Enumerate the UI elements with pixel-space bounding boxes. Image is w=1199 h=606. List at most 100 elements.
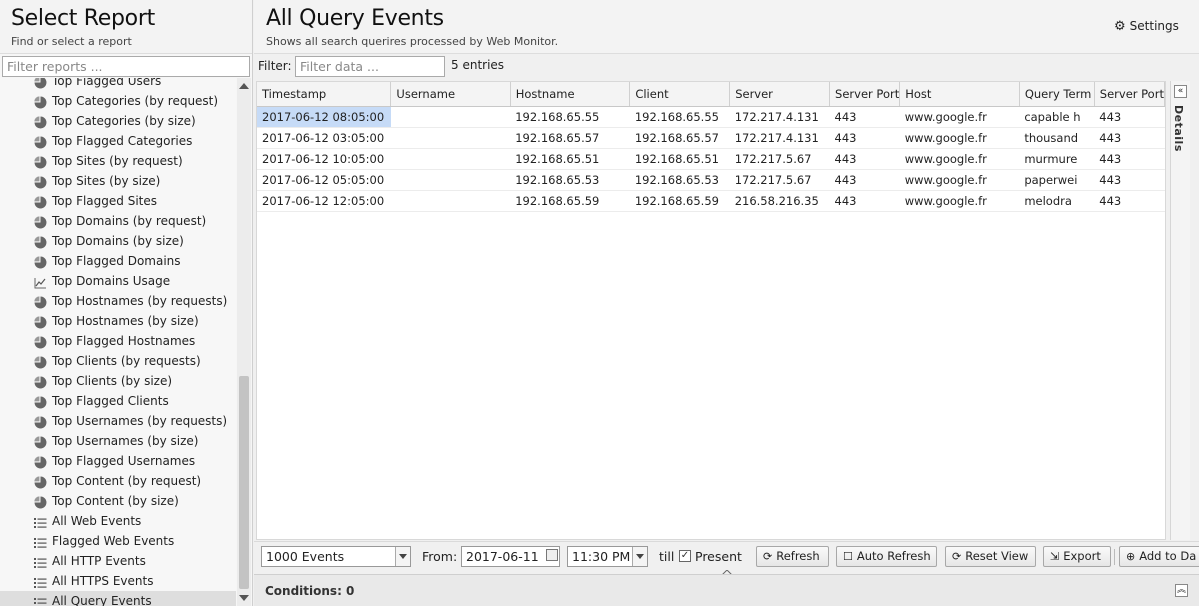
sidebar-item[interactable]: Top Flagged Users — [0, 78, 236, 91]
table-cell[interactable]: 2017-06-12 08:05:00 — [257, 106, 391, 128]
table-cell[interactable]: 2017-06-12 12:05:00 — [257, 190, 391, 212]
data-filter-input[interactable] — [295, 56, 445, 77]
sidebar-item[interactable]: Top Flagged Hostnames — [0, 331, 236, 351]
sidebar-item[interactable]: Top Categories (by size) — [0, 111, 236, 131]
expand-details-icon[interactable]: « — [1174, 85, 1187, 98]
table-cell[interactable]: 443 — [1094, 169, 1165, 191]
column-header[interactable]: Client — [629, 82, 731, 107]
table-cell[interactable]: 2017-06-12 05:05:00 — [257, 169, 391, 191]
table-cell[interactable]: 192.168.65.55 — [629, 106, 730, 128]
table-cell[interactable]: 172.217.4.131 — [729, 106, 830, 128]
table-row[interactable]: 2017-06-12 05:05:00 192.168.65.53 192.168.… — [257, 169, 1165, 191]
scrollbar-thumb[interactable] — [239, 376, 249, 589]
column-header[interactable]: Username — [390, 82, 511, 107]
reset-view-button[interactable]: ⟳ Reset View — [945, 546, 1036, 567]
table-cell[interactable]: paperwei — [1019, 169, 1095, 191]
table-cell[interactable]: 172.217.5.67 — [729, 148, 830, 170]
table-cell[interactable]: 192.168.65.51 — [510, 148, 630, 170]
table-cell[interactable]: thousand — [1019, 127, 1095, 149]
table-row[interactable]: 2017-06-12 10:05:00 192.168.65.51 192.168.… — [257, 148, 1165, 170]
details-label[interactable]: Details — [1172, 105, 1185, 152]
sidebar-item[interactable]: Top Flagged Categories — [0, 131, 236, 151]
table-row[interactable]: 2017-06-12 08:05:00 192.168.65.55 192.168.… — [257, 106, 1165, 128]
from-time-select[interactable]: 11:30 PM — [567, 546, 648, 567]
calendar-icon[interactable] — [546, 549, 558, 561]
sidebar-item[interactable]: Top Flagged Sites — [0, 191, 236, 211]
sidebar-item[interactable]: Top Flagged Clients — [0, 391, 236, 411]
table-cell[interactable]: capable h — [1019, 106, 1095, 128]
sidebar-item[interactable]: All Web Events — [0, 511, 236, 531]
sidebar-item[interactable]: Top Hostnames (by requests) — [0, 291, 236, 311]
table-cell[interactable]: www.google.fr — [899, 127, 1020, 149]
table-cell[interactable]: www.google.fr — [899, 190, 1020, 212]
table-cell[interactable]: 443 — [1094, 106, 1165, 128]
table-cell[interactable] — [390, 127, 511, 149]
sidebar-item[interactable]: Top Flagged Usernames — [0, 451, 236, 471]
sidebar-item[interactable]: All HTTPS Events — [0, 571, 236, 591]
table-cell[interactable]: 216.58.216.35 — [729, 190, 830, 212]
column-header[interactable]: Timestamp — [257, 82, 392, 107]
table-cell[interactable] — [390, 190, 511, 212]
table-cell[interactable]: 443 — [1094, 127, 1165, 149]
sidebar-item[interactable]: Top Domains (by size) — [0, 231, 236, 251]
from-date-field[interactable]: 2017-06-11 — [461, 546, 560, 567]
table-cell[interactable]: melodra — [1019, 190, 1095, 212]
settings-button[interactable]: ⚙ Settings — [1114, 19, 1179, 34]
table-cell[interactable]: 443 — [1094, 148, 1165, 170]
export-button[interactable]: ⇲ Export — [1043, 546, 1111, 567]
sidebar-item[interactable]: Top Content (by request) — [0, 471, 236, 491]
sidebar-item[interactable]: Top Flagged Domains — [0, 251, 236, 271]
table-cell[interactable]: murmure — [1019, 148, 1095, 170]
column-header[interactable]: Server Port — [1094, 82, 1165, 107]
table-cell[interactable]: 443 — [829, 148, 900, 170]
report-tree-scrollbar[interactable] — [237, 78, 251, 606]
sidebar-item[interactable]: Top Hostnames (by size) — [0, 311, 236, 331]
expand-conditions-icon[interactable]: ︽ — [1175, 584, 1188, 597]
table-cell[interactable]: 192.168.65.53 — [629, 169, 730, 191]
table-cell[interactable]: 192.168.65.57 — [629, 127, 730, 149]
table-cell[interactable]: 443 — [1094, 190, 1165, 212]
sidebar-item[interactable]: All HTTP Events — [0, 551, 236, 571]
sidebar-item[interactable]: Flagged Web Events — [0, 531, 236, 551]
table-row[interactable]: 2017-06-12 12:05:00 192.168.65.59 192.168.… — [257, 190, 1165, 212]
table-cell[interactable]: 443 — [829, 190, 900, 212]
table-cell[interactable]: 192.168.65.51 — [629, 148, 730, 170]
table-cell[interactable]: www.google.fr — [899, 169, 1020, 191]
scroll-down-icon[interactable] — [239, 595, 249, 601]
chevron-down-icon[interactable] — [395, 547, 410, 566]
sidebar-item[interactable]: Top Sites (by request) — [0, 151, 236, 171]
sidebar-item[interactable]: Top Usernames (by size) — [0, 431, 236, 451]
auto-refresh-button[interactable]: ☐ Auto Refresh — [836, 546, 937, 567]
table-cell[interactable]: 443 — [829, 127, 900, 149]
table-cell[interactable] — [390, 148, 511, 170]
sidebar-item[interactable]: Top Domains (by request) — [0, 211, 236, 231]
table-cell[interactable]: 2017-06-12 10:05:00 — [257, 148, 391, 170]
column-header[interactable]: Query Term — [1019, 82, 1095, 107]
table-cell[interactable]: 2017-06-12 03:05:00 — [257, 127, 391, 149]
table-cell[interactable]: 172.217.5.67 — [729, 169, 830, 191]
table-cell[interactable]: 192.168.65.53 — [510, 169, 630, 191]
events-limit-select[interactable]: 1000 Events — [261, 546, 411, 567]
add-to-dashboard-button[interactable]: ⊕ Add to Da — [1119, 546, 1199, 567]
column-header[interactable]: Hostname — [510, 82, 631, 107]
chevron-down-icon[interactable] — [632, 547, 647, 566]
sidebar-item[interactable]: Top Usernames (by requests) — [0, 411, 236, 431]
table-row[interactable]: 2017-06-12 03:05:00 192.168.65.57 192.168.… — [257, 127, 1165, 149]
table-cell[interactable] — [390, 169, 511, 191]
sidebar-item[interactable]: Top Categories (by request) — [0, 91, 236, 111]
sidebar-item[interactable]: All Query Events — [0, 591, 236, 606]
sidebar-item[interactable]: Top Clients (by requests) — [0, 351, 236, 371]
present-checkbox[interactable]: ✓ — [679, 550, 691, 562]
conditions-bar[interactable]: Conditions: 0 ︽ — [254, 574, 1199, 606]
table-cell[interactable]: 443 — [829, 106, 900, 128]
column-header[interactable]: Host — [899, 82, 1020, 107]
sidebar-item[interactable]: Top Content (by size) — [0, 491, 236, 511]
refresh-button[interactable]: ⟳ Refresh — [756, 546, 829, 567]
table-cell[interactable] — [390, 106, 511, 128]
table-cell[interactable]: www.google.fr — [899, 106, 1020, 128]
sidebar-item[interactable]: Top Domains Usage — [0, 271, 236, 291]
table-cell[interactable]: 192.168.65.59 — [629, 190, 730, 212]
details-panel-collapsed[interactable]: « Details — [1170, 81, 1190, 540]
scroll-up-icon[interactable] — [239, 83, 249, 89]
table-cell[interactable]: 443 — [829, 169, 900, 191]
